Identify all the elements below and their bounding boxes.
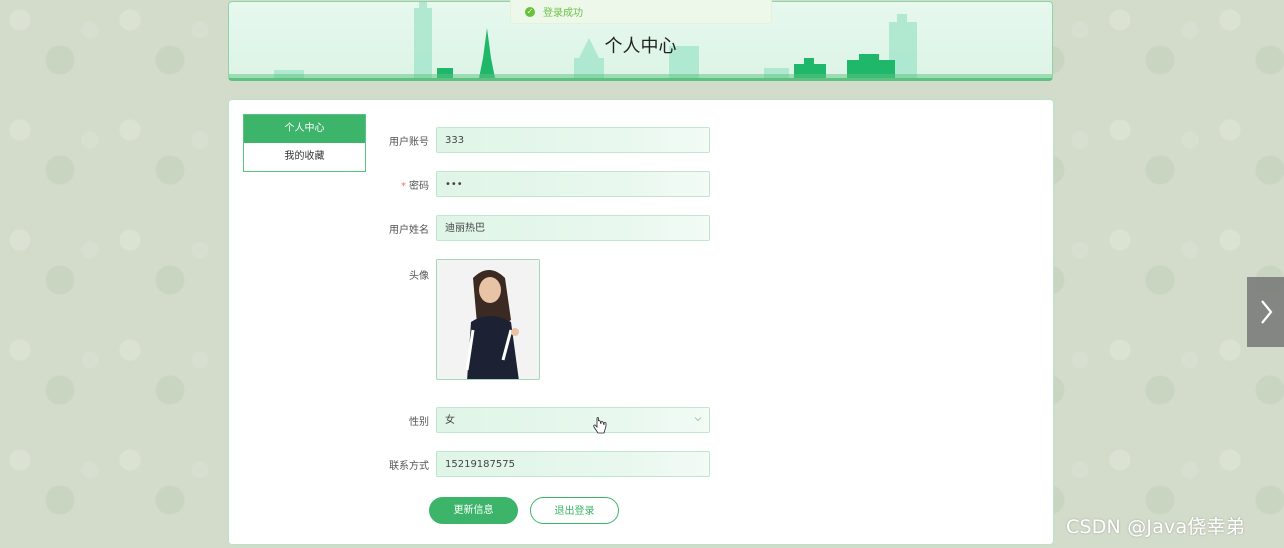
avatar-upload[interactable] xyxy=(436,259,540,380)
logout-button[interactable]: 退出登录 xyxy=(530,497,619,524)
page-title: 个人中心 xyxy=(604,36,677,57)
avatar-photo xyxy=(437,260,539,379)
profile-card: 个人中心 我的收藏 用户账号 333 * 密码 ••• 用户姓名 迪丽热巴 头像 … xyxy=(228,99,1054,545)
account-row: 用户账号 333 xyxy=(379,127,710,153)
avatar-row: 头像 xyxy=(379,259,540,380)
success-toast: ✓ 登录成功 xyxy=(510,0,772,24)
hand-cursor-icon xyxy=(593,417,607,434)
next-slide-button[interactable] xyxy=(1247,277,1284,347)
required-mark: * xyxy=(401,180,406,192)
sidenav-item-profile[interactable]: 个人中心 xyxy=(244,115,365,143)
toast-message: 登录成功 xyxy=(543,8,583,19)
account-input[interactable]: 333 xyxy=(436,127,710,153)
chevron-down-icon xyxy=(694,417,702,422)
update-info-button[interactable]: 更新信息 xyxy=(429,497,518,524)
gender-select[interactable]: 女 xyxy=(436,407,710,433)
gender-label: 性别 xyxy=(409,416,429,428)
phone-input[interactable]: 15219187575 xyxy=(436,451,710,477)
phone-label: 联系方式 xyxy=(389,460,429,472)
password-label-wrap: * 密码 xyxy=(379,177,429,192)
check-circle-icon: ✓ xyxy=(525,6,535,17)
sidenav-item-favorites[interactable]: 我的收藏 xyxy=(244,143,365,171)
name-label: 用户姓名 xyxy=(389,224,429,236)
side-navigation: 个人中心 我的收藏 xyxy=(243,114,366,172)
password-label: 密码 xyxy=(409,180,429,192)
name-input[interactable]: 迪丽热巴 xyxy=(436,215,710,241)
account-label: 用户账号 xyxy=(389,136,429,148)
gender-row: 性别 女 xyxy=(379,407,710,433)
password-input[interactable]: ••• xyxy=(436,171,710,197)
avatar-label: 头像 xyxy=(409,271,429,282)
name-row: 用户姓名 迪丽热巴 xyxy=(379,215,710,241)
csdn-watermark: CSDN @Java侥幸弟 xyxy=(1066,516,1245,538)
chevron-right-icon xyxy=(1260,300,1272,324)
gender-select-value: 女 xyxy=(436,407,710,433)
password-row: * 密码 ••• xyxy=(379,171,710,197)
phone-row: 联系方式 15219187575 xyxy=(379,451,710,477)
